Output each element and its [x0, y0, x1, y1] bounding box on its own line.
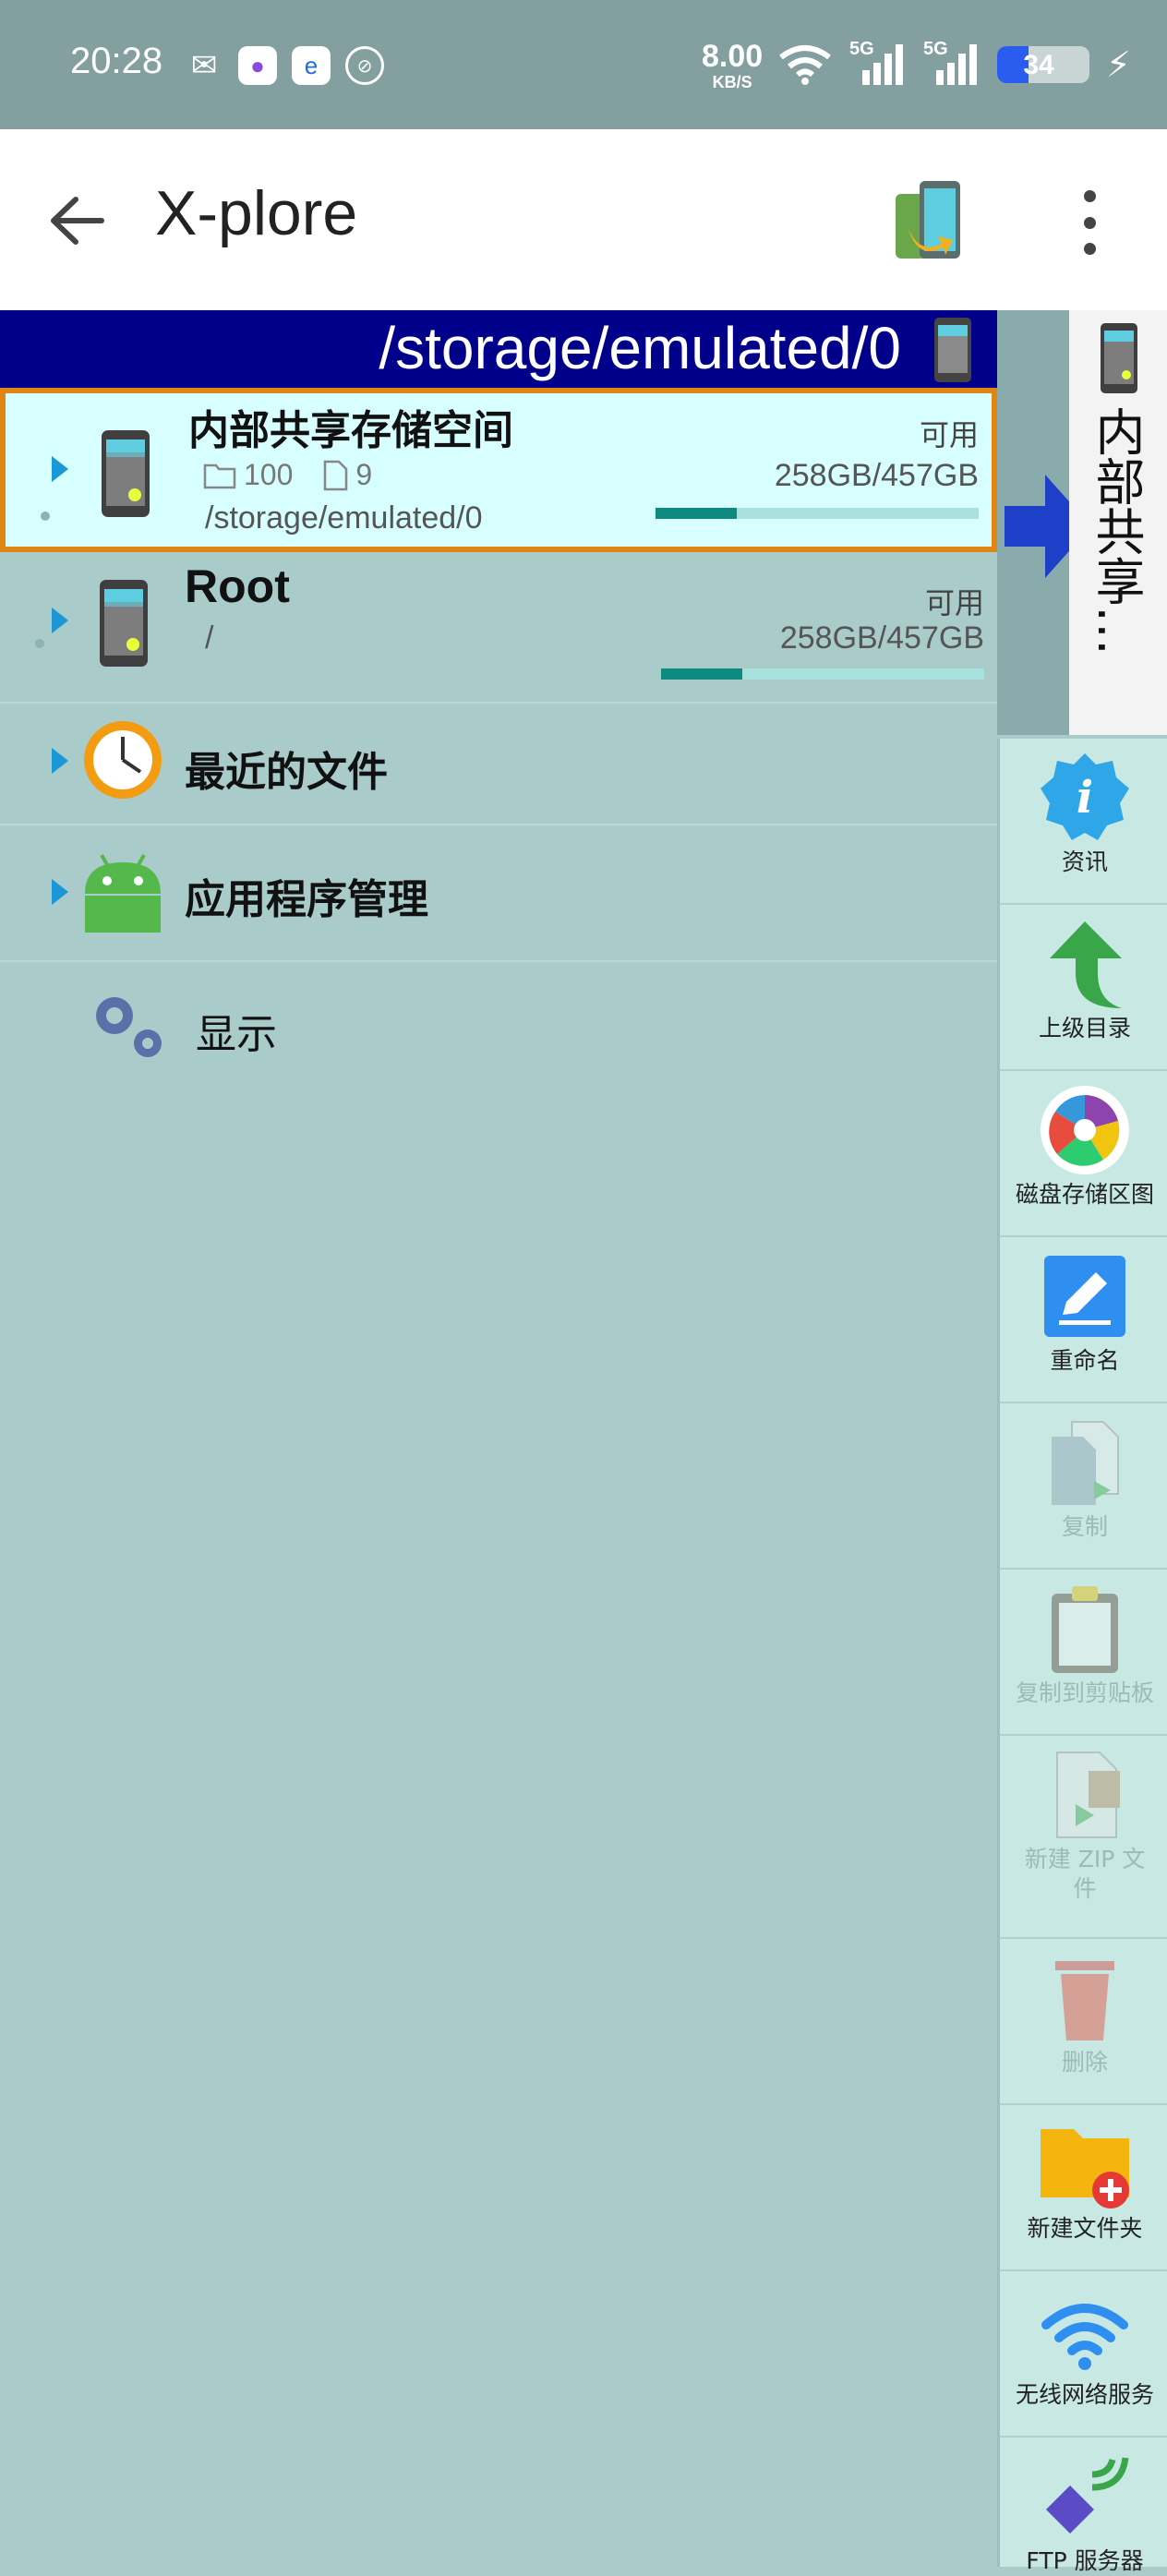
device-transfer-icon[interactable]: [892, 177, 966, 266]
info-icon: i: [1041, 753, 1129, 840]
phone-icon: [102, 430, 150, 517]
storage-path: /: [205, 620, 214, 656]
storage-row-root[interactable]: Root / 可用 258GB/457GB: [0, 554, 997, 689]
disk-map-icon: [1041, 1086, 1129, 1174]
notification-icons: ✉ ● e ⊘: [185, 46, 384, 85]
copy-icon: [1052, 1421, 1119, 1505]
new-folder-icon: [1041, 2129, 1129, 2209]
trash-icon: [1055, 1961, 1114, 2040]
storage-usage-bar: [656, 508, 979, 519]
wifi-icon: [1041, 2304, 1128, 2370]
status-time: 20:28: [70, 41, 163, 81]
expand-arrow-icon[interactable]: [52, 608, 68, 633]
action-toolbar: i 资讯 上级目录 磁盘存储区图 重命名 复制 复制到剪贴板 新建 ZIP 文件…: [997, 739, 1167, 2574]
ftp-server-button[interactable]: FTP 服务器: [1000, 2438, 1167, 2574]
up-arrow-icon: [1050, 921, 1122, 1008]
app-title: X-plore: [155, 178, 358, 248]
delete-button[interactable]: 删除: [1000, 1939, 1167, 2105]
new-zip-button[interactable]: 新建 ZIP 文件: [1000, 1736, 1167, 1939]
storage-row-internal[interactable]: 内部共享存储空间 100 9 /storage/emulated/0 可用 25…: [0, 388, 997, 552]
status-bar: 20:28 ✉ ● e ⊘ 8.00 KB/S 5G 5G 34 ⚡: [0, 0, 1167, 129]
copy-button[interactable]: 复制: [1000, 1403, 1167, 1570]
folder-icon: [203, 463, 236, 488]
file-icon: [324, 460, 348, 490]
app-manager-title: 应用程序管理: [185, 876, 428, 923]
wifi-icon: [779, 45, 831, 85]
new-folder-button[interactable]: 新建文件夹: [1000, 2105, 1167, 2271]
status-dot: [35, 639, 44, 648]
display-settings-row[interactable]: 显示: [0, 960, 997, 1097]
storage-title: Root: [185, 560, 290, 612]
charging-icon: ⚡: [1106, 45, 1131, 85]
other-panel-tab[interactable]: 内部共享…: [1069, 310, 1167, 735]
rename-pencil-icon: [1044, 1256, 1125, 1337]
info-button[interactable]: i 资讯: [1000, 739, 1167, 905]
rename-button[interactable]: 重命名: [1000, 1237, 1167, 1403]
app-icon: ●: [238, 46, 277, 85]
svg-text:i: i: [1077, 772, 1093, 824]
wechat-icon: ✉: [190, 48, 218, 83]
more-options-icon[interactable]: [1064, 190, 1115, 255]
phone-icon: [1101, 323, 1137, 393]
recent-files-row[interactable]: 最近的文件: [0, 702, 997, 825]
network-speed: 8.00 KB/S: [702, 39, 764, 91]
recent-files-title: 最近的文件: [185, 749, 388, 796]
nfc-icon: ⊘: [345, 46, 384, 85]
storage-usage-bar: [661, 668, 984, 680]
storage-title: 内部共享存储空间: [188, 407, 513, 454]
gears-icon: [96, 997, 162, 1057]
storage-counts: 100 9: [203, 458, 372, 492]
storage-size: 258GB/457GB: [779, 620, 984, 656]
expand-arrow-icon[interactable]: [52, 748, 68, 774]
signal-bars-icon: [936, 44, 977, 85]
storage-usage-fill: [661, 668, 742, 680]
current-path-bar: /storage/emulated/0: [0, 310, 997, 388]
expand-arrow-icon[interactable]: [52, 879, 68, 905]
storage-size: 258GB/457GB: [774, 458, 979, 493]
copy-to-clipboard-button[interactable]: 复制到剪贴板: [1000, 1570, 1167, 1736]
android-icon: [85, 854, 161, 933]
phone-icon: [934, 318, 971, 382]
phone-icon: [100, 580, 148, 667]
app-icon: e: [292, 46, 331, 85]
app-bar: X-plore: [0, 129, 1167, 310]
signal-bars-icon: [862, 44, 903, 85]
display-title: 显示: [196, 1011, 277, 1058]
app-manager-row[interactable]: 应用程序管理: [0, 824, 997, 960]
parent-folder-button[interactable]: 上级目录: [1000, 905, 1167, 1071]
wifi-server-button[interactable]: 无线网络服务: [1000, 2271, 1167, 2438]
zip-file-icon: [1056, 1751, 1120, 1838]
back-arrow-icon[interactable]: [46, 190, 107, 251]
expand-arrow-icon[interactable]: [52, 456, 68, 482]
storage-usage-fill: [656, 508, 737, 519]
ftp-icon: [1046, 2457, 1129, 2534]
cell-signal-1: 5G: [849, 39, 907, 87]
available-label: 可用: [919, 417, 979, 452]
cell-signal-2: 5G: [923, 39, 981, 87]
other-panel-label: 内部共享…: [1087, 406, 1145, 656]
current-path: /storage/emulated/0: [379, 315, 901, 381]
status-right-icons: 5G 5G 34 ⚡: [777, 39, 1131, 87]
clock-icon: [84, 721, 162, 799]
clipboard-icon: [1052, 1586, 1118, 1673]
storage-path: /storage/emulated/0: [205, 500, 483, 536]
disk-map-button[interactable]: 磁盘存储区图: [1000, 1071, 1167, 1237]
status-dot: [41, 512, 50, 521]
battery-indicator: 34: [997, 46, 1089, 83]
available-label: 可用: [924, 585, 984, 620]
